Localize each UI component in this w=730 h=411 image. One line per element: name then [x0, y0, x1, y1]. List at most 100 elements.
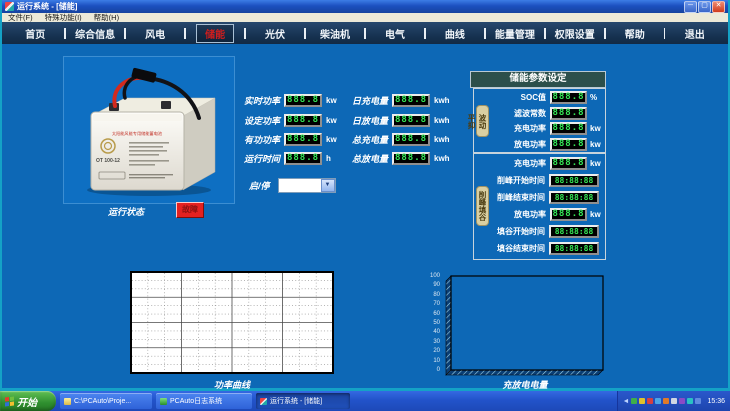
nav-tab-permissions[interactable]: 权限设置	[546, 26, 604, 41]
settings-group-fluctuation: 波动平抑 SOC值 888.8 % 滤波常数 888.8 充电功率 888.8 …	[473, 88, 606, 154]
windows-logo-icon	[5, 396, 14, 406]
tray-chevron-icon[interactable]: ◄	[623, 398, 630, 405]
led-display: 888.8	[392, 114, 430, 127]
led-display: 888.8	[284, 152, 322, 165]
nav-tab-energy-mgmt[interactable]: 能量管理	[486, 26, 544, 41]
setting-row: SOC值 888.8 %	[489, 91, 605, 104]
nav-tab-overview[interactable]: 综合信息	[66, 26, 124, 41]
nav-tab-wind[interactable]: 风电	[126, 26, 184, 41]
tray-icon[interactable]	[679, 398, 685, 404]
nav-tab-exit[interactable]: 退出	[665, 26, 723, 41]
param-row: 有功功率 888.8 kw	[234, 130, 348, 149]
close-button[interactable]: ✕	[712, 1, 725, 13]
led-display: 888.8	[550, 107, 587, 120]
menu-file[interactable]: 文件(F)	[2, 13, 39, 22]
battery-image: 太阳能风能专用储能蓄电池 OT 100-12	[63, 56, 235, 204]
param-label: 实时功率	[234, 94, 280, 107]
settings-group-side-label: 削峰填谷	[476, 186, 489, 226]
settings-group-side-label: 波动平抑	[476, 105, 489, 137]
menu-special-functions[interactable]: 特殊功能(I)	[39, 13, 88, 22]
led-display: 888.8	[284, 133, 322, 146]
tray-icon[interactable]	[655, 398, 661, 404]
setting-row: 削峰开始时间 88:88:88	[489, 174, 605, 187]
tray-icon[interactable]	[695, 398, 701, 404]
titlebar: 运行系统 - [储能] ─ ▢ ✕	[2, 0, 728, 13]
setting-row: 充电功率 888.8 kw	[489, 157, 605, 170]
start-stop-label: 启/停	[249, 179, 270, 192]
power-params: 实时功率 888.8 kw 设定功率 888.8 kw 有功功率 888.8 k…	[234, 91, 348, 169]
window-title: 运行系统 - [储能]	[17, 1, 77, 12]
led-display: 888.8	[392, 94, 430, 107]
chevron-down-icon[interactable]: ▼	[321, 179, 335, 192]
param-row: 运行时间 888.8 h	[234, 149, 348, 168]
led-display: 888.8	[550, 122, 587, 135]
nav-tab-home[interactable]: 首页	[6, 26, 64, 41]
led-display: 88:88:88	[549, 225, 599, 238]
nav-tab-pv[interactable]: 光伏	[246, 26, 304, 41]
run-system-icon	[260, 398, 267, 405]
param-row: 总充电量 888.8 kwh	[342, 130, 456, 149]
run-control: 启/停 ▼	[249, 178, 336, 193]
param-label: 日放电量	[342, 114, 388, 127]
param-unit: kwh	[434, 96, 456, 105]
screen: 运行系统 - [储能] ─ ▢ ✕ 文件(F) 特殊功能(I) 帮助(H) 首页…	[0, 0, 730, 411]
param-row: 实时功率 888.8 kw	[234, 91, 348, 110]
maximize-button[interactable]: ▢	[698, 1, 711, 13]
nav-tab-diesel[interactable]: 柴油机	[306, 26, 364, 41]
tray-icon[interactable]	[663, 398, 669, 404]
led-display: 88:88:88	[549, 174, 599, 187]
param-label: 总放电量	[342, 152, 388, 165]
tray-icon[interactable]	[631, 398, 637, 404]
param-row: 日放电量 888.8 kwh	[342, 110, 456, 129]
menu-help[interactable]: 帮助(H)	[88, 13, 125, 22]
energy-params: 日充电量 888.8 kwh 日放电量 888.8 kwh 总充电量 888.8…	[342, 91, 456, 169]
led-display: 888.8	[392, 152, 430, 165]
led-display: 888.8	[284, 114, 322, 127]
led-display: 888.8	[392, 133, 430, 146]
setting-row: 削峰结束时间 88:88:88	[489, 191, 605, 204]
battery-model-text: OT 100-12	[96, 158, 120, 164]
clock: 15:36	[707, 398, 725, 405]
param-label: 运行时间	[234, 152, 280, 165]
power-curve-title: 功率曲线	[130, 378, 334, 391]
energy-chart-yticks: 1009080706050403020100	[427, 273, 440, 375]
param-unit: kwh	[434, 154, 456, 163]
tray-icon[interactable]	[647, 398, 653, 404]
taskbar: 开始 C:\PCAuto\Proje... PCAuto日志系统 运行系统 - …	[0, 391, 730, 411]
setting-row: 放电功率 888.8 kw	[489, 138, 605, 151]
led-display: 888.8	[284, 94, 322, 107]
setting-row: 填谷结束时间 88:88:88	[489, 242, 605, 255]
tray-icon[interactable]	[687, 398, 693, 404]
nav-bar: 首页 综合信息 风电 储能 光伏 柴油机 电气 曲线 能量管理 权限设置 帮助 …	[2, 22, 728, 44]
start-button[interactable]: 开始	[0, 391, 56, 411]
param-row: 设定功率 888.8 kw	[234, 110, 348, 129]
param-label: 有功功率	[234, 133, 280, 146]
taskbar-task-run-system[interactable]: 运行系统 - [储能]	[256, 393, 350, 409]
window-border-left	[0, 0, 2, 391]
nav-tab-help[interactable]: 帮助	[606, 26, 664, 41]
param-row: 日充电量 888.8 kwh	[342, 91, 456, 110]
nav-tab-storage[interactable]: 储能	[186, 24, 244, 43]
param-label: 总充电量	[342, 133, 388, 146]
param-unit: kwh	[434, 116, 456, 125]
settings-panel-title: 储能参数设定	[470, 71, 606, 88]
tray-icon[interactable]	[671, 398, 677, 404]
power-curve-chart	[130, 271, 334, 374]
setting-row: 充电功率 888.8 kw	[489, 122, 605, 135]
minimize-button[interactable]: ─	[684, 1, 697, 13]
led-display: 888.8	[550, 208, 587, 221]
system-tray: ◄ 15:36	[617, 391, 730, 411]
led-display: 88:88:88	[549, 242, 599, 255]
tray-icon[interactable]	[639, 398, 645, 404]
param-unit: kwh	[434, 135, 456, 144]
led-display: 88:88:88	[549, 191, 599, 204]
start-stop-select[interactable]: ▼	[278, 178, 336, 193]
nav-tab-electrical[interactable]: 电气	[366, 26, 424, 41]
log-app-icon	[160, 398, 167, 405]
setting-row: 放电功率 888.8 kw	[489, 208, 605, 221]
taskbar-task-log-system[interactable]: PCAuto日志系统	[156, 393, 252, 409]
param-label: 日充电量	[342, 94, 388, 107]
nav-tab-curves[interactable]: 曲线	[426, 26, 484, 41]
taskbar-task-explorer[interactable]: C:\PCAuto\Proje...	[60, 393, 152, 409]
battery-header-text: 太阳能风能专用储能蓄电池	[112, 130, 163, 137]
